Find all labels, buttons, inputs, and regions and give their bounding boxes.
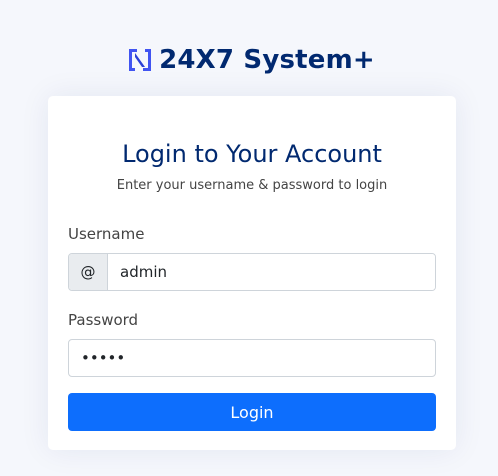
password-label: Password xyxy=(68,311,139,329)
brand-header[interactable]: 24X7 System+ xyxy=(0,42,498,78)
login-subtitle: Enter your username & password to login xyxy=(116,178,388,193)
login-button[interactable]: Login xyxy=(68,393,436,431)
brand-name: 24X7 System+ xyxy=(159,45,375,75)
username-label: Username xyxy=(68,225,145,243)
username-input-group: @ xyxy=(68,253,436,291)
login-card: Login to Your Account Enter your usernam… xyxy=(48,96,456,450)
password-input[interactable] xyxy=(68,339,436,377)
username-input[interactable] xyxy=(108,254,435,290)
username-prefix: @ xyxy=(69,254,108,290)
brand-logo-icon xyxy=(129,49,152,71)
login-title: Login to Your Account xyxy=(122,140,382,168)
